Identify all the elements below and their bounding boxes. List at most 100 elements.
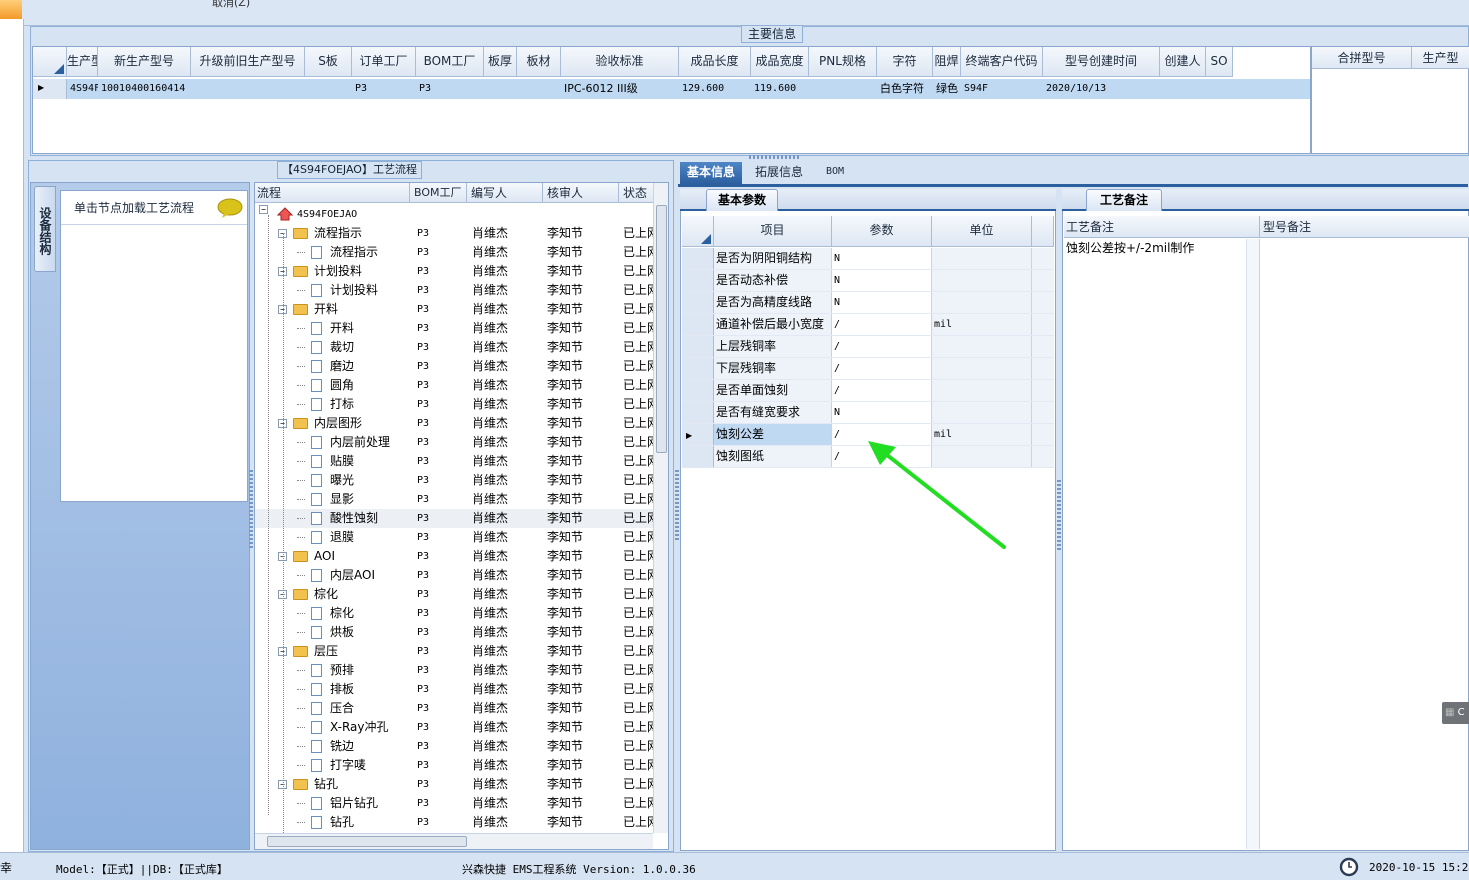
tree-node-row[interactable]: 酸性蚀刻 P3 肖维杰 李知节 已上网 <box>255 509 653 528</box>
merge-grid-header[interactable]: 合拼型号 <box>1312 47 1412 69</box>
splitter-handle-2[interactable] <box>675 470 679 540</box>
main-grid-cell[interactable]: P3 <box>416 80 484 98</box>
tree-node-row[interactable]: 打标 P3 肖维杰 李知节 已上网 <box>255 395 653 414</box>
main-grid-header[interactable]: 成品长度 <box>679 47 751 77</box>
main-grid-cell[interactable]: P3 <box>352 80 416 98</box>
main-grid-cell[interactable]: 白色字符 <box>877 80 933 98</box>
params-row[interactable]: 是否动态补偿 N <box>682 270 1054 292</box>
main-grid-header[interactable]: 阻焊 <box>933 47 961 77</box>
side-collapse-button[interactable]: ▦ C <box>1442 702 1469 724</box>
main-grid-header[interactable]: 订单工厂 <box>352 47 416 77</box>
params-row[interactable]: 上层残铜率 / <box>682 336 1054 358</box>
main-grid-header[interactable]: 字符 <box>877 47 933 77</box>
param-value[interactable]: N <box>832 402 932 423</box>
main-grid-header[interactable]: 终端客户代码 <box>961 47 1043 77</box>
param-value[interactable]: N <box>832 248 932 269</box>
tree-folder-row[interactable]: −内层图形P3肖维杰李知节已上网 <box>255 414 653 433</box>
params-header[interactable]: 参数 <box>832 216 932 247</box>
main-grid-cell[interactable] <box>484 80 517 98</box>
param-value[interactable]: / <box>832 380 932 401</box>
tab-bom[interactable]: BOM <box>818 162 852 184</box>
remark-scrollbar[interactable] <box>1246 239 1260 849</box>
device-structure-tab[interactable]: 设备结构 <box>34 186 56 272</box>
params-row[interactable]: 下层残铜率 / <box>682 358 1054 380</box>
tree-folder-row[interactable]: −棕化P3肖维杰李知节已上网 <box>255 585 653 604</box>
tree-node-row[interactable]: 退膜 P3 肖维杰 李知节 已上网 <box>255 528 653 547</box>
main-grid-header[interactable]: BOM工厂 <box>416 47 484 77</box>
tree-node-row[interactable]: 圆角 P3 肖维杰 李知节 已上网 <box>255 376 653 395</box>
main-grid-header[interactable]: 板厚 <box>484 47 517 77</box>
tree-folder-row[interactable]: −计划投料P3肖维杰李知节已上网 <box>255 262 653 281</box>
tree-header[interactable]: 核审人 <box>545 183 619 203</box>
params-row[interactable]: 通道补偿后最小宽度 / mil <box>682 314 1054 336</box>
main-grid-cell[interactable]: 119.600 <box>751 80 809 98</box>
tree-node-row[interactable]: 内层前处理 P3 肖维杰 李知节 已上网 <box>255 433 653 452</box>
tree-node-row[interactable]: 流程指示 P3 肖维杰 李知节 已上网 <box>255 243 653 262</box>
tab-basic-info[interactable]: 基本信息 <box>680 162 742 184</box>
main-grid-cell[interactable] <box>1160 80 1206 98</box>
main-grid-cell[interactable] <box>305 80 352 98</box>
main-grid-header[interactable]: 板材 <box>517 47 561 77</box>
merge-grid-header[interactable]: 生产型 <box>1412 47 1469 69</box>
tree-folder-row[interactable]: −AOIP3肖维杰李知节已上网 <box>255 547 653 566</box>
main-grid-header[interactable]: 新生产型号 <box>98 47 191 77</box>
main-grid-header[interactable]: SO <box>1206 47 1233 77</box>
tree-node-row[interactable]: 开料 P3 肖维杰 李知节 已上网 <box>255 319 653 338</box>
tree-vertical-scrollbar[interactable] <box>653 183 668 833</box>
tree-node-row[interactable]: 铝片钻孔 P3 肖维杰 李知节 已上网 <box>255 794 653 813</box>
param-value[interactable]: / <box>832 314 932 335</box>
tab-basic-params[interactable]: 基本参数 <box>706 189 778 211</box>
process-remark-text[interactable]: 蚀刻公差按+/-2mil制作 <box>1064 239 1246 849</box>
main-grid-cell[interactable] <box>809 80 877 98</box>
main-grid-header[interactable]: 验收标准 <box>561 47 679 77</box>
tree-node-row[interactable]: 打字唛 P3 肖维杰 李知节 已上网 <box>255 756 653 775</box>
tree-node-row[interactable]: 预排 P3 肖维杰 李知节 已上网 <box>255 661 653 680</box>
horizontal-splitter[interactable] <box>749 155 801 159</box>
merge-model-grid[interactable]: 合拼型号 生产型 <box>1311 46 1469 154</box>
tree-node-row[interactable]: X-Ray冲孔 P3 肖维杰 李知节 已上网 <box>255 718 653 737</box>
params-header[interactable]: 项目 <box>714 216 832 247</box>
tree-horizontal-scrollbar[interactable] <box>255 833 653 849</box>
tree-node-row[interactable]: 磨边 P3 肖维杰 李知节 已上网 <box>255 357 653 376</box>
main-grid-header[interactable]: PNL规格 <box>809 47 877 77</box>
main-grid-cell[interactable]: 10010400160414 <box>98 80 191 98</box>
param-value[interactable]: / <box>832 358 932 379</box>
params-header[interactable]: 单位 <box>932 216 1032 247</box>
tree-node-row[interactable]: 裁切 P3 肖维杰 李知节 已上网 <box>255 338 653 357</box>
tree-root[interactable]: −4S94FOEJAO <box>255 205 653 224</box>
tree-node-row[interactable]: 计划投料 P3 肖维杰 李知节 已上网 <box>255 281 653 300</box>
main-grid-cell[interactable] <box>517 80 561 98</box>
splitter-handle-3[interactable] <box>1057 480 1061 550</box>
main-grid-header[interactable]: S板 <box>305 47 352 77</box>
tree-node-row[interactable]: 贴膜 P3 肖维杰 李知节 已上网 <box>255 452 653 471</box>
params-row[interactable]: 是否单面蚀刻 / <box>682 380 1054 402</box>
param-value[interactable]: N <box>832 292 932 313</box>
param-value[interactable]: / <box>832 336 932 357</box>
main-grid-header[interactable]: 成品宽度 <box>751 47 809 77</box>
tree-node-row[interactable]: 显影 P3 肖维杰 李知节 已上网 <box>255 490 653 509</box>
main-grid-cell[interactable]: 绿色 <box>933 80 961 98</box>
main-grid-header[interactable]: 型号创建时间 <box>1043 47 1160 77</box>
flow-tree-grid[interactable]: 流程 BOM工厂 编写人 核审人 状态 −4S94FOEJAO − 流程指示 P3 肖维杰 李知节… <box>254 182 669 850</box>
tree-node-row[interactable]: 内层AOI P3 肖维杰 李知节 已上网 <box>255 566 653 585</box>
app-menu-button[interactable] <box>0 0 22 19</box>
tree-node-row[interactable]: 曝光 P3 肖维杰 李知节 已上网 <box>255 471 653 490</box>
main-grid-cell[interactable]: 4S94FOEJAO <box>67 80 98 98</box>
params-grid[interactable]: 项目 参数 单位 是否为阴阳铜结构 N 是否动态补偿 N 是否为高精度线路 N 通道补偿后最小宽度… <box>682 216 1054 470</box>
main-grid-header[interactable]: 创建人 <box>1160 47 1206 77</box>
params-row[interactable]: 是否有缝宽要求 N <box>682 402 1054 424</box>
tree-node-row[interactable]: 压合 P3 肖维杰 李知节 已上网 <box>255 699 653 718</box>
tree-node-row[interactable]: 烘板 P3 肖维杰 李知节 已上网 <box>255 623 653 642</box>
main-grid-cell[interactable] <box>191 80 305 98</box>
main-grid-cell[interactable]: IPC-6012 III级 <box>561 80 679 98</box>
tree-folder-row[interactable]: −开料P3肖维杰李知节已上网 <box>255 300 653 319</box>
main-grid-header[interactable]: 生产型号 <box>67 47 98 77</box>
tree-folder-row[interactable]: −层压P3肖维杰李知节已上网 <box>255 642 653 661</box>
params-row[interactable]: 是否为阴阳铜结构 N <box>682 248 1054 270</box>
tree-node-row[interactable]: 排板 P3 肖维杰 李知节 已上网 <box>255 680 653 699</box>
tab-process-remarks[interactable]: 工艺备注 <box>1086 189 1162 211</box>
cancel-button[interactable]: 取消(Z) <box>212 0 250 10</box>
tree-header[interactable]: 流程 <box>255 183 410 203</box>
tree-folder-row[interactable]: −钻孔P3肖维杰李知节已上网 <box>255 775 653 794</box>
tree-node-row[interactable]: 棕化 P3 肖维杰 李知节 已上网 <box>255 604 653 623</box>
